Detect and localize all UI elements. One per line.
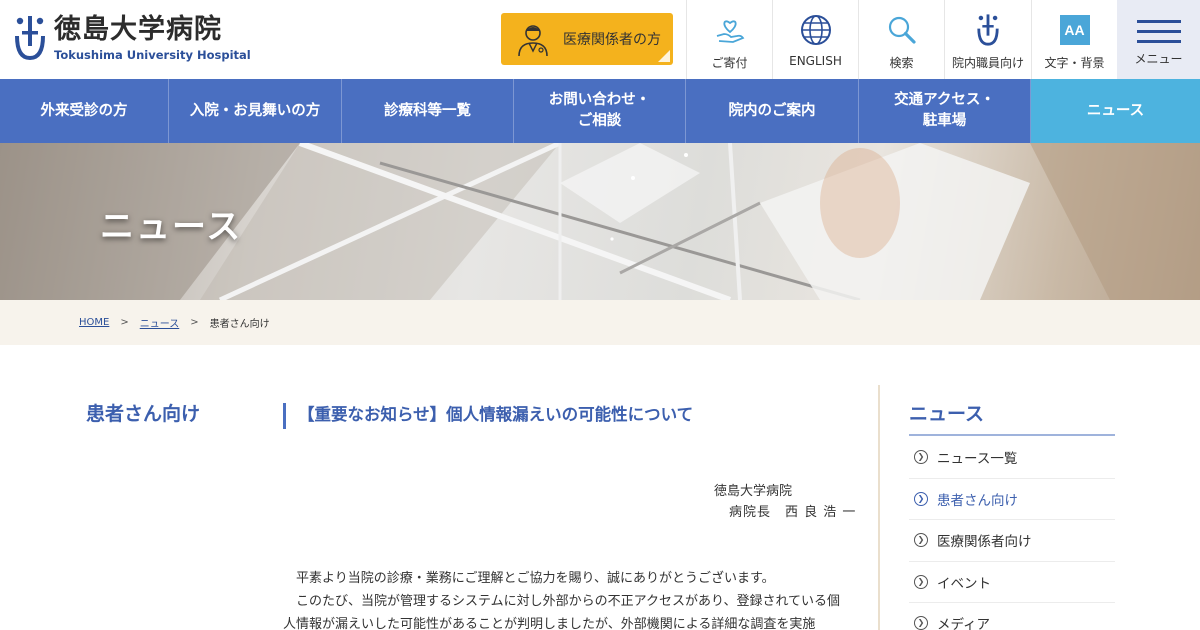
chevron-circle-icon: ❯ <box>914 491 928 506</box>
sidebar-item-label: メディア <box>937 617 991 630</box>
search-icon <box>888 16 916 44</box>
globe-icon <box>800 15 831 45</box>
sidebar-item-label: 患者さん向け <box>937 492 1018 509</box>
sidebar-item-events[interactable]: ❯ イベント <box>909 562 1115 603</box>
global-nav: 外来受診の方 入院・お見舞いの方 診療科等一覧 お問い合わせ・ ご相談 院内のご案… <box>0 79 1200 143</box>
sidebar-item-label: イベント <box>937 575 991 592</box>
breadcrumb-news-link[interactable]: ニュース <box>140 315 180 330</box>
font-size-icon: AA <box>1059 15 1090 45</box>
nav-item-access[interactable]: 交通アクセス・ 駐車場 <box>859 79 1031 143</box>
logo-name-ja: 徳島大学病院 <box>54 14 222 45</box>
nav-item-contact[interactable]: お問い合わせ・ ご相談 <box>514 79 686 143</box>
sidebar-title-underline <box>909 434 1115 436</box>
sidebar-item-news-list[interactable]: ❯ ニュース一覧 <box>909 437 1115 479</box>
signature-organization: 徳島大学病院 <box>714 484 793 499</box>
nav-item-hospital-guide[interactable]: 院内のご案内 <box>686 79 859 143</box>
donation-link[interactable]: ご寄付 <box>686 0 772 79</box>
nav-item-news[interactable]: ニュース <box>1031 79 1200 143</box>
sidebar-item-label: 医療関係者向け <box>937 534 1032 551</box>
english-label: ENGLISH <box>789 54 842 68</box>
site-logo[interactable]: 徳島大学病院 Tokushima University Hospital <box>14 14 251 62</box>
breadcrumb-separator: > <box>120 317 129 328</box>
font-size-label: 文字・背景 <box>1044 56 1105 70</box>
university-logo-icon <box>15 16 45 61</box>
font-size-link[interactable]: AA 文字・背景 <box>1031 0 1117 79</box>
english-link[interactable]: ENGLISH <box>772 0 858 79</box>
sidebar-item-patients[interactable]: ❯ 患者さん向け <box>909 479 1115 520</box>
corner-mark <box>658 50 670 62</box>
staff-logo-icon <box>977 14 999 46</box>
breadcrumb: HOME > ニュース > 患者さん向け <box>0 300 1200 345</box>
nav-item-departments[interactable]: 診療科等一覧 <box>342 79 514 143</box>
medical-professionals-button[interactable]: 医療関係者の方 <box>501 13 673 65</box>
article-title: 【重要なお知らせ】個人情報漏えいの可能性について <box>283 403 693 429</box>
article-paragraph: このたび、当院が管理するシステムに対し外部からの不正アクセスがあり、登録されてい… <box>283 594 841 630</box>
donation-label: ご寄付 <box>711 56 748 70</box>
heart-hand-icon <box>716 20 744 43</box>
hero-banner: ニュース <box>0 143 1200 300</box>
sidebar-list: ❯ ニュース一覧 ❯ 患者さん向け ❯ 医療関係者向け ❯ イベント ❯ メディ… <box>909 437 1115 630</box>
chevron-circle-icon: ❯ <box>914 616 928 630</box>
sidebar-item-medical-professionals[interactable]: ❯ 医療関係者向け <box>909 520 1115 562</box>
page-title: ニュース <box>100 207 243 247</box>
logo-name-en: Tokushima University Hospital <box>54 48 251 62</box>
signature-person: 病院長 西 良 浩 一 <box>729 505 857 520</box>
menu-button[interactable]: メニュー <box>1117 0 1200 79</box>
search-label: 検索 <box>889 56 914 70</box>
chevron-circle-icon: ❯ <box>914 533 928 548</box>
breadcrumb-current: 患者さん向け <box>209 319 270 330</box>
breadcrumb-home-link[interactable]: HOME <box>79 317 109 328</box>
staff-link[interactable]: 院内職員向け <box>944 0 1031 79</box>
doctor-icon <box>518 25 548 57</box>
sidebar-title: ニュース <box>909 403 985 425</box>
search-link[interactable]: 検索 <box>858 0 944 79</box>
article-paragraph: 平素より当院の診療・業務にご理解とご協力を賜り、誠にありがとうございます。 <box>296 571 775 586</box>
menu-label: メニュー <box>1134 52 1183 66</box>
breadcrumb-separator: > <box>190 317 199 328</box>
chevron-circle-icon: ❯ <box>914 450 928 465</box>
site-header: 徳島大学病院 Tokushima University Hospital 医療関… <box>0 0 1200 79</box>
category-title: 患者さん向け <box>86 403 201 425</box>
hamburger-icon <box>1136 20 1181 50</box>
staff-label: 院内職員向け <box>951 56 1024 70</box>
nav-item-inpatient[interactable]: 入院・お見舞いの方 <box>169 79 342 143</box>
article-body: 平素より当院の診療・業務にご理解とご協力を賜り、誠にありがとうございます。 この… <box>283 567 848 630</box>
sidebar-item-media[interactable]: ❯ メディア <box>909 603 1115 630</box>
column-divider <box>878 385 880 630</box>
nav-item-outpatient[interactable]: 外来受診の方 <box>0 79 169 143</box>
medical-button-label: 医療関係者の方 <box>563 32 661 48</box>
sidebar-item-label: ニュース一覧 <box>937 451 1018 468</box>
chevron-circle-icon: ❯ <box>914 574 928 589</box>
